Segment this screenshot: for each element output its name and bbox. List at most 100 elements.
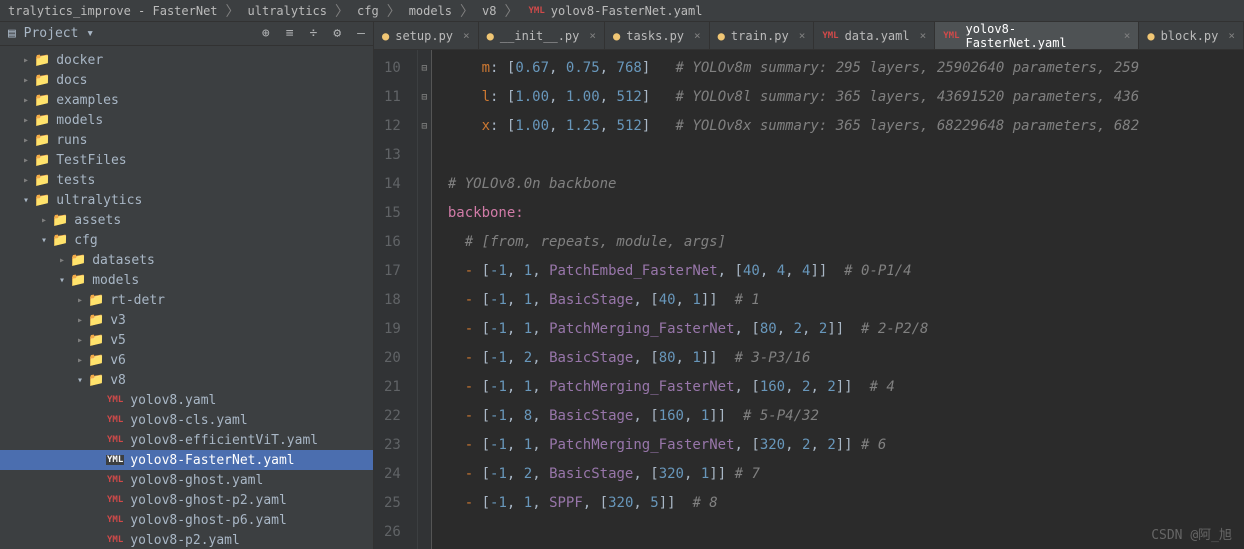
chevron-right-icon: 〉	[387, 1, 401, 21]
code-line[interactable]: # YOLOv8.0n backbone	[448, 170, 1244, 199]
code-line[interactable]: - [-1, 1, PatchMerging_FasterNet, [80, 2…	[448, 315, 1244, 344]
fold-column[interactable]: ⊟⊟⊟	[418, 50, 432, 549]
tree-folder[interactable]: ▸📁v5	[0, 330, 373, 350]
code-line[interactable]: - [-1, 1, SPPF, [320, 5]] # 8	[448, 489, 1244, 518]
code-line[interactable]: backbone:	[448, 199, 1244, 228]
tree-folder[interactable]: ▸📁runs	[0, 130, 373, 150]
code-editor[interactable]: m: [0.67, 0.75, 768] # YOLOv8m summary: …	[432, 50, 1244, 549]
tree-folder[interactable]: ▸📁docker	[0, 50, 373, 70]
code-line[interactable]: - [-1, 1, BasicStage, [40, 1]] # 1	[448, 286, 1244, 315]
tree-folder[interactable]: ▸📁models	[0, 110, 373, 130]
tree-arrow-icon[interactable]: ▾	[72, 375, 88, 386]
close-icon[interactable]: ×	[694, 29, 701, 42]
tree-file[interactable]: YMLyolov8-ghost-p2.yaml	[0, 490, 373, 510]
code-line[interactable]: - [-1, 1, PatchMerging_FasterNet, [160, …	[448, 373, 1244, 402]
editor-tab[interactable]: YMLyolov8-FasterNet.yaml×	[935, 22, 1139, 49]
tree-arrow-icon[interactable]: ▾	[36, 235, 52, 246]
tree-arrow-icon[interactable]: ▸	[72, 355, 88, 366]
code-line[interactable]: - [-1, 8, BasicStage, [160, 1]] # 5-P4/3…	[448, 402, 1244, 431]
tree-folder[interactable]: ▸📁v6	[0, 350, 373, 370]
code-line[interactable]	[448, 141, 1244, 170]
editor-tab[interactable]: YMLdata.yaml×	[814, 22, 935, 49]
editor-tab[interactable]: ●__init__.py×	[479, 22, 605, 49]
tree-folder[interactable]: ▸📁examples	[0, 90, 373, 110]
tree-folder[interactable]: ▸📁rt-detr	[0, 290, 373, 310]
close-icon[interactable]: ×	[1124, 29, 1131, 42]
close-icon[interactable]: ×	[589, 29, 596, 42]
code-line[interactable]: l: [1.00, 1.00, 512] # YOLOv8l summary: …	[448, 83, 1244, 112]
tree-arrow-icon[interactable]: ▸	[18, 135, 34, 146]
code-line[interactable]	[448, 518, 1244, 547]
line-number: 14	[384, 170, 401, 199]
tree-arrow-icon[interactable]: ▸	[54, 255, 70, 266]
locate-icon[interactable]: ⊕	[262, 26, 270, 41]
tree-file[interactable]: YMLyolov8-ghost.yaml	[0, 470, 373, 490]
chevron-right-icon: 〉	[226, 1, 240, 21]
tree-file[interactable]: YMLyolov8-ghost-p6.yaml	[0, 510, 373, 530]
tree-arrow-icon[interactable]: ▸	[72, 315, 88, 326]
fold-marker[interactable]: ⊟	[418, 83, 431, 112]
tree-arrow-icon[interactable]: ▸	[18, 75, 34, 86]
code-line[interactable]: - [-1, 2, BasicStage, [320, 1]] # 7	[448, 460, 1244, 489]
fold-marker[interactable]: ⊟	[418, 112, 431, 141]
tree-folder[interactable]: ▾📁models	[0, 270, 373, 290]
breadcrumb-part[interactable]: ultralytics	[248, 4, 327, 18]
close-icon[interactable]: ×	[799, 29, 806, 42]
yaml-file-icon: YML	[106, 415, 124, 425]
line-number: 10	[384, 54, 401, 83]
tree-folder[interactable]: ▾📁ultralytics	[0, 190, 373, 210]
breadcrumb-part[interactable]: v8	[482, 4, 496, 18]
editor-tab[interactable]: ●setup.py×	[374, 22, 479, 49]
tree-folder[interactable]: ▸📁datasets	[0, 250, 373, 270]
tree-arrow-icon[interactable]: ▸	[72, 335, 88, 346]
tree-arrow-icon[interactable]: ▸	[18, 175, 34, 186]
hide-icon[interactable]: —	[357, 26, 365, 41]
tree-arrow-icon[interactable]: ▸	[36, 215, 52, 226]
code-line[interactable]: x: [1.00, 1.25, 512] # YOLOv8x summary: …	[448, 112, 1244, 141]
close-icon[interactable]: ×	[463, 29, 470, 42]
tree-arrow-icon[interactable]: ▸	[18, 115, 34, 126]
breadcrumb-part[interactable]: models	[409, 4, 452, 18]
tree-arrow-icon[interactable]: ▸	[18, 155, 34, 166]
code-line[interactable]: - [-1, 1, PatchEmbed_FasterNet, [40, 4, …	[448, 257, 1244, 286]
tree-folder[interactable]: ▸📁v3	[0, 310, 373, 330]
breadcrumb-file[interactable]: yolov8-FasterNet.yaml	[551, 4, 703, 18]
code-line[interactable]: - [-1, 2, BasicStage, [80, 1]] # 3-P3/16	[448, 344, 1244, 373]
project-tree[interactable]: ▸📁docker▸📁docs▸📁examples▸📁models▸📁runs▸📁…	[0, 46, 373, 549]
fold-marker[interactable]: ⊟	[418, 54, 431, 83]
line-number: 11	[384, 83, 401, 112]
tree-file[interactable]: YMLyolov8.yaml	[0, 390, 373, 410]
tree-arrow-icon[interactable]: ▾	[18, 195, 34, 206]
breadcrumb-part[interactable]: cfg	[357, 4, 379, 18]
tree-file[interactable]: YMLyolov8-cls.yaml	[0, 410, 373, 430]
tab-label: data.yaml	[845, 29, 910, 43]
editor-tab[interactable]: ●block.py×	[1139, 22, 1244, 49]
code-line[interactable]: m: [0.67, 0.75, 768] # YOLOv8m summary: …	[448, 54, 1244, 83]
tree-folder[interactable]: ▸📁docs	[0, 70, 373, 90]
tree-folder[interactable]: ▸📁TestFiles	[0, 150, 373, 170]
project-selector[interactable]: ▤ Project ▾	[8, 26, 94, 41]
breadcrumb-project[interactable]: tralytics_improve - FasterNet	[8, 4, 218, 18]
tree-file[interactable]: YMLyolov8-p2.yaml	[0, 530, 373, 549]
close-icon[interactable]: ×	[920, 29, 927, 42]
tree-arrow-icon[interactable]: ▸	[18, 55, 34, 66]
tree-arrow-icon[interactable]: ▸	[72, 295, 88, 306]
tree-folder[interactable]: ▾📁v8	[0, 370, 373, 390]
tree-file[interactable]: YMLyolov8-FasterNet.yaml	[0, 450, 373, 470]
gear-icon[interactable]: ⚙	[333, 26, 341, 41]
tree-arrow-icon[interactable]: ▸	[18, 95, 34, 106]
expand-icon[interactable]: ≡	[286, 26, 294, 41]
code-line[interactable]: # [from, repeats, module, args]	[448, 228, 1244, 257]
collapse-icon[interactable]: ÷	[310, 26, 318, 41]
editor-tab[interactable]: ●train.py×	[710, 22, 815, 49]
tree-folder[interactable]: ▸📁assets	[0, 210, 373, 230]
tree-arrow-icon[interactable]: ▾	[54, 275, 70, 286]
code-line[interactable]: - [-1, 1, PatchMerging_FasterNet, [320, …	[448, 431, 1244, 460]
tree-folder[interactable]: ▾📁cfg	[0, 230, 373, 250]
tree-item-label: tests	[56, 173, 95, 188]
tree-file[interactable]: YMLyolov8-efficientViT.yaml	[0, 430, 373, 450]
close-icon[interactable]: ×	[1228, 29, 1235, 42]
tree-item-label: v8	[110, 373, 126, 388]
editor-tab[interactable]: ●tasks.py×	[605, 22, 710, 49]
tree-folder[interactable]: ▸📁tests	[0, 170, 373, 190]
